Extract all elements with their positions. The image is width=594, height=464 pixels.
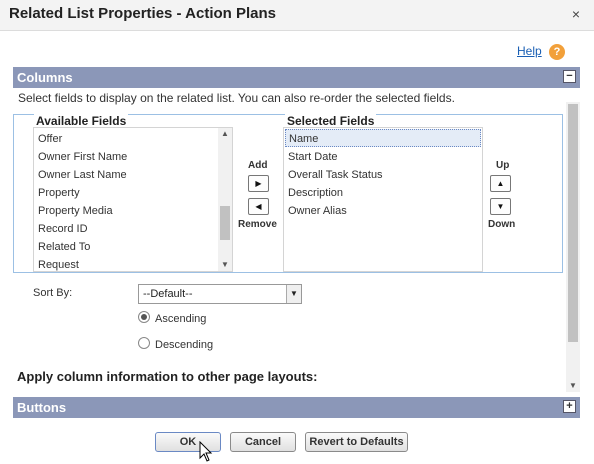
- revert-defaults-button[interactable]: Revert to Defaults: [305, 432, 408, 452]
- arrow-left-icon: ◀: [255, 202, 262, 211]
- scroll-down-icon[interactable]: ▼: [566, 380, 580, 392]
- buttons-section-title: Buttons: [17, 400, 67, 415]
- list-item[interactable]: Record ID: [38, 220, 88, 238]
- scroll-down-icon[interactable]: ▼: [218, 259, 232, 271]
- help-icon[interactable]: ?: [549, 44, 565, 60]
- sort-by-label: Sort By:: [33, 287, 73, 299]
- available-list-scrollbar[interactable]: ▲ ▼: [218, 128, 232, 271]
- arrow-right-icon: ▶: [255, 179, 262, 188]
- selected-fields-legend: Selected Fields: [285, 114, 377, 128]
- ascending-label: Ascending: [155, 313, 207, 325]
- columns-section-title: Columns: [17, 70, 73, 85]
- arrow-down-icon: ▼: [496, 202, 505, 211]
- list-item[interactable]: Owner Last Name: [38, 166, 127, 184]
- buttons-section-header[interactable]: Buttons +: [13, 397, 580, 418]
- list-item[interactable]: Property: [38, 184, 80, 202]
- scroll-thumb[interactable]: [220, 206, 230, 240]
- dialog-scroll-thumb[interactable]: [568, 104, 578, 342]
- descending-radio[interactable]: [138, 337, 150, 349]
- expand-icon[interactable]: +: [563, 400, 576, 413]
- list-item[interactable]: Owner Alias: [288, 202, 347, 220]
- selected-fields-list[interactable]: Name Start Date Overall Task Status Desc…: [283, 127, 483, 272]
- ascending-radio[interactable]: [138, 311, 150, 323]
- columns-instructions: Select fields to display on the related …: [18, 91, 455, 105]
- move-up-button[interactable]: ▲: [490, 175, 511, 192]
- help-link[interactable]: Help: [517, 44, 542, 58]
- sort-by-value: --Default--: [143, 288, 193, 300]
- descending-label: Descending: [155, 339, 214, 351]
- sort-by-select[interactable]: --Default-- ▼: [138, 284, 302, 304]
- add-button[interactable]: ▶: [248, 175, 269, 192]
- columns-section-header[interactable]: Columns −: [13, 67, 580, 88]
- down-label: Down: [488, 219, 516, 230]
- available-fields-legend: Available Fields: [34, 114, 129, 128]
- list-item[interactable]: Description: [288, 184, 343, 202]
- fields-panel: Available Fields Offer Owner First Name …: [13, 114, 563, 273]
- available-fields-list[interactable]: Offer Owner First Name Owner Last Name P…: [33, 127, 233, 272]
- list-item[interactable]: Offer: [38, 130, 62, 148]
- cancel-button[interactable]: Cancel: [230, 432, 296, 452]
- remove-label: Remove: [238, 219, 277, 230]
- collapse-icon[interactable]: −: [563, 70, 576, 83]
- apply-layouts-heading: Apply column information to other page l…: [17, 369, 318, 384]
- up-label: Up: [496, 160, 510, 171]
- move-down-button[interactable]: ▼: [490, 198, 511, 215]
- mouse-cursor-icon: [199, 441, 213, 462]
- arrow-up-icon: ▲: [496, 179, 505, 188]
- chevron-down-icon[interactable]: ▼: [286, 285, 301, 303]
- dialog-titlebar: Related List Properties - Action Plans ×: [0, 0, 594, 31]
- list-item[interactable]: Property Media: [38, 202, 113, 220]
- list-item[interactable]: Request: [38, 256, 79, 271]
- dialog-scrollbar[interactable]: ▼: [566, 102, 580, 392]
- list-item-selected[interactable]: Name: [285, 129, 481, 147]
- remove-button[interactable]: ◀: [248, 198, 269, 215]
- dialog-title: Related List Properties - Action Plans: [9, 5, 277, 22]
- list-item[interactable]: Start Date: [288, 148, 338, 166]
- scroll-up-icon[interactable]: ▲: [218, 128, 232, 140]
- close-icon[interactable]: ×: [572, 6, 580, 22]
- list-item[interactable]: Owner First Name: [38, 148, 127, 166]
- add-label: Add: [248, 160, 268, 171]
- list-item[interactable]: Related To: [38, 238, 90, 256]
- list-item[interactable]: Overall Task Status: [288, 166, 383, 184]
